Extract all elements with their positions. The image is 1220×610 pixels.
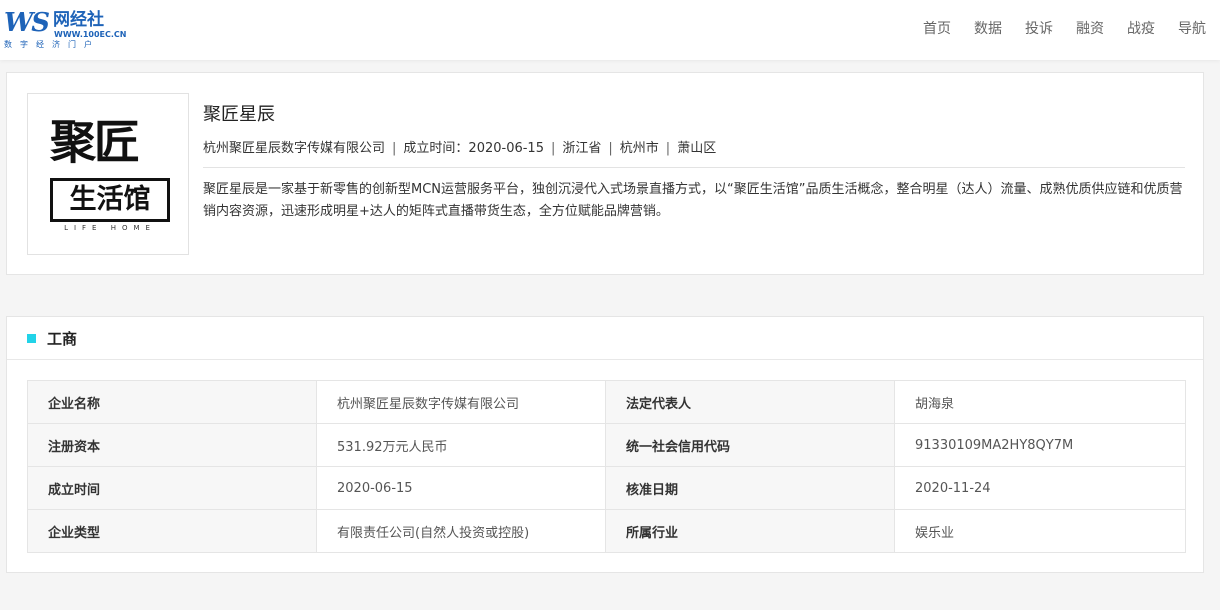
company-meta: 杭州聚匠星辰数字传媒有限公司 | 成立时间：2020-06-15 | 浙江省 | 杭州市 | 萧… <box>203 139 1185 168</box>
label-registered-capital: 注册资本 <box>27 423 317 467</box>
nav-navigation[interactable]: 导航 <box>1178 19 1206 39</box>
label-legal-rep: 法定代表人 <box>605 380 895 424</box>
main-nav: 首页 数据 投诉 融资 战疫 导航 <box>900 19 1206 39</box>
founded-date: 2020-06-15 <box>468 141 544 156</box>
province: 浙江省 <box>562 141 602 156</box>
meta-separator: | <box>608 141 613 156</box>
business-info-table: 企业名称 杭州聚匠星辰数字传媒有限公司 法定代表人 胡海泉 注册资本 531.9… <box>27 380 1186 553</box>
section-title: 工商 <box>47 330 78 348</box>
business-info-section: 工商 企业名称 杭州聚匠星辰数字传媒有限公司 法定代表人 胡海泉 注册资本 53… <box>6 316 1204 573</box>
nav-home[interactable]: 首页 <box>923 19 951 39</box>
nav-data[interactable]: 数据 <box>974 19 1002 39</box>
table-row: 企业类型 有限责任公司(自然人投资或控股) 所属行业 娱乐业 <box>27 509 1186 553</box>
logo-mark: WS <box>4 8 50 38</box>
site-header: WS 网经社 WWW.100EC.CN 数字经济门户 首页 数据 投诉 融资 战… <box>0 0 1220 60</box>
company-logo-box-text: 生活馆 <box>50 178 170 222</box>
value-legal-rep: 胡海泉 <box>894 380 1186 424</box>
city: 杭州市 <box>619 141 659 156</box>
company-card: 聚匠 生活馆 LIFE HOME 聚匠星辰 杭州聚匠星辰数字传媒有限公司 | 成立时… <box>6 72 1204 275</box>
table-row: 注册资本 531.92万元人民币 统一社会信用代码 91330109MA2HY8… <box>27 423 1186 467</box>
company-logo-sub-text: LIFE HOME <box>64 224 156 232</box>
section-header: 工商 <box>7 317 1203 360</box>
company-name: 聚匠星辰 <box>203 104 275 125</box>
label-approval-date: 核准日期 <box>605 466 895 510</box>
founded-label: 成立时间： <box>403 141 469 156</box>
table-row: 企业名称 杭州聚匠星辰数字传媒有限公司 法定代表人 胡海泉 <box>27 380 1186 424</box>
label-credit-code: 统一社会信用代码 <box>605 423 895 467</box>
value-founded-date: 2020-06-15 <box>316 466 606 510</box>
company-full-name: 杭州聚匠星辰数字传媒有限公司 <box>203 141 386 156</box>
label-company-name: 企业名称 <box>27 380 317 424</box>
section-marker-icon <box>27 334 36 343</box>
value-credit-code: 91330109MA2HY8QY7M <box>894 423 1186 467</box>
table-row: 成立时间 2020-06-15 核准日期 2020-11-24 <box>27 466 1186 510</box>
company-logo-main-text: 聚匠 <box>50 115 140 169</box>
nav-complaints[interactable]: 投诉 <box>1025 19 1053 39</box>
label-company-type: 企业类型 <box>27 509 317 553</box>
label-founded-date: 成立时间 <box>27 466 317 510</box>
value-approval-date: 2020-11-24 <box>894 466 1186 510</box>
logo-name: 网经社 <box>53 10 104 30</box>
value-company-name: 杭州聚匠星辰数字传媒有限公司 <box>316 380 606 424</box>
logo-url: WWW.100EC.CN <box>54 30 127 39</box>
district: 萧山区 <box>677 141 717 156</box>
nav-financing[interactable]: 融资 <box>1076 19 1104 39</box>
label-industry: 所属行业 <box>605 509 895 553</box>
site-logo[interactable]: WS 网经社 WWW.100EC.CN 数字经济门户 <box>4 8 127 52</box>
meta-separator: | <box>550 141 556 156</box>
meta-separator: | <box>665 141 671 156</box>
value-company-type: 有限责任公司(自然人投资或控股) <box>316 509 606 553</box>
value-industry: 娱乐业 <box>894 509 1186 553</box>
nav-epidemic[interactable]: 战疫 <box>1127 19 1155 39</box>
logo-slogan: 数字经济门户 <box>4 40 100 49</box>
meta-separator: | <box>392 141 397 156</box>
company-logo: 聚匠 生活馆 LIFE HOME <box>27 93 189 255</box>
company-description: 聚匠星辰是一家基于新零售的创新型MCN运营服务平台，独创沉浸代入式场景直播方式，… <box>203 182 1183 219</box>
value-registered-capital: 531.92万元人民币 <box>316 423 606 467</box>
